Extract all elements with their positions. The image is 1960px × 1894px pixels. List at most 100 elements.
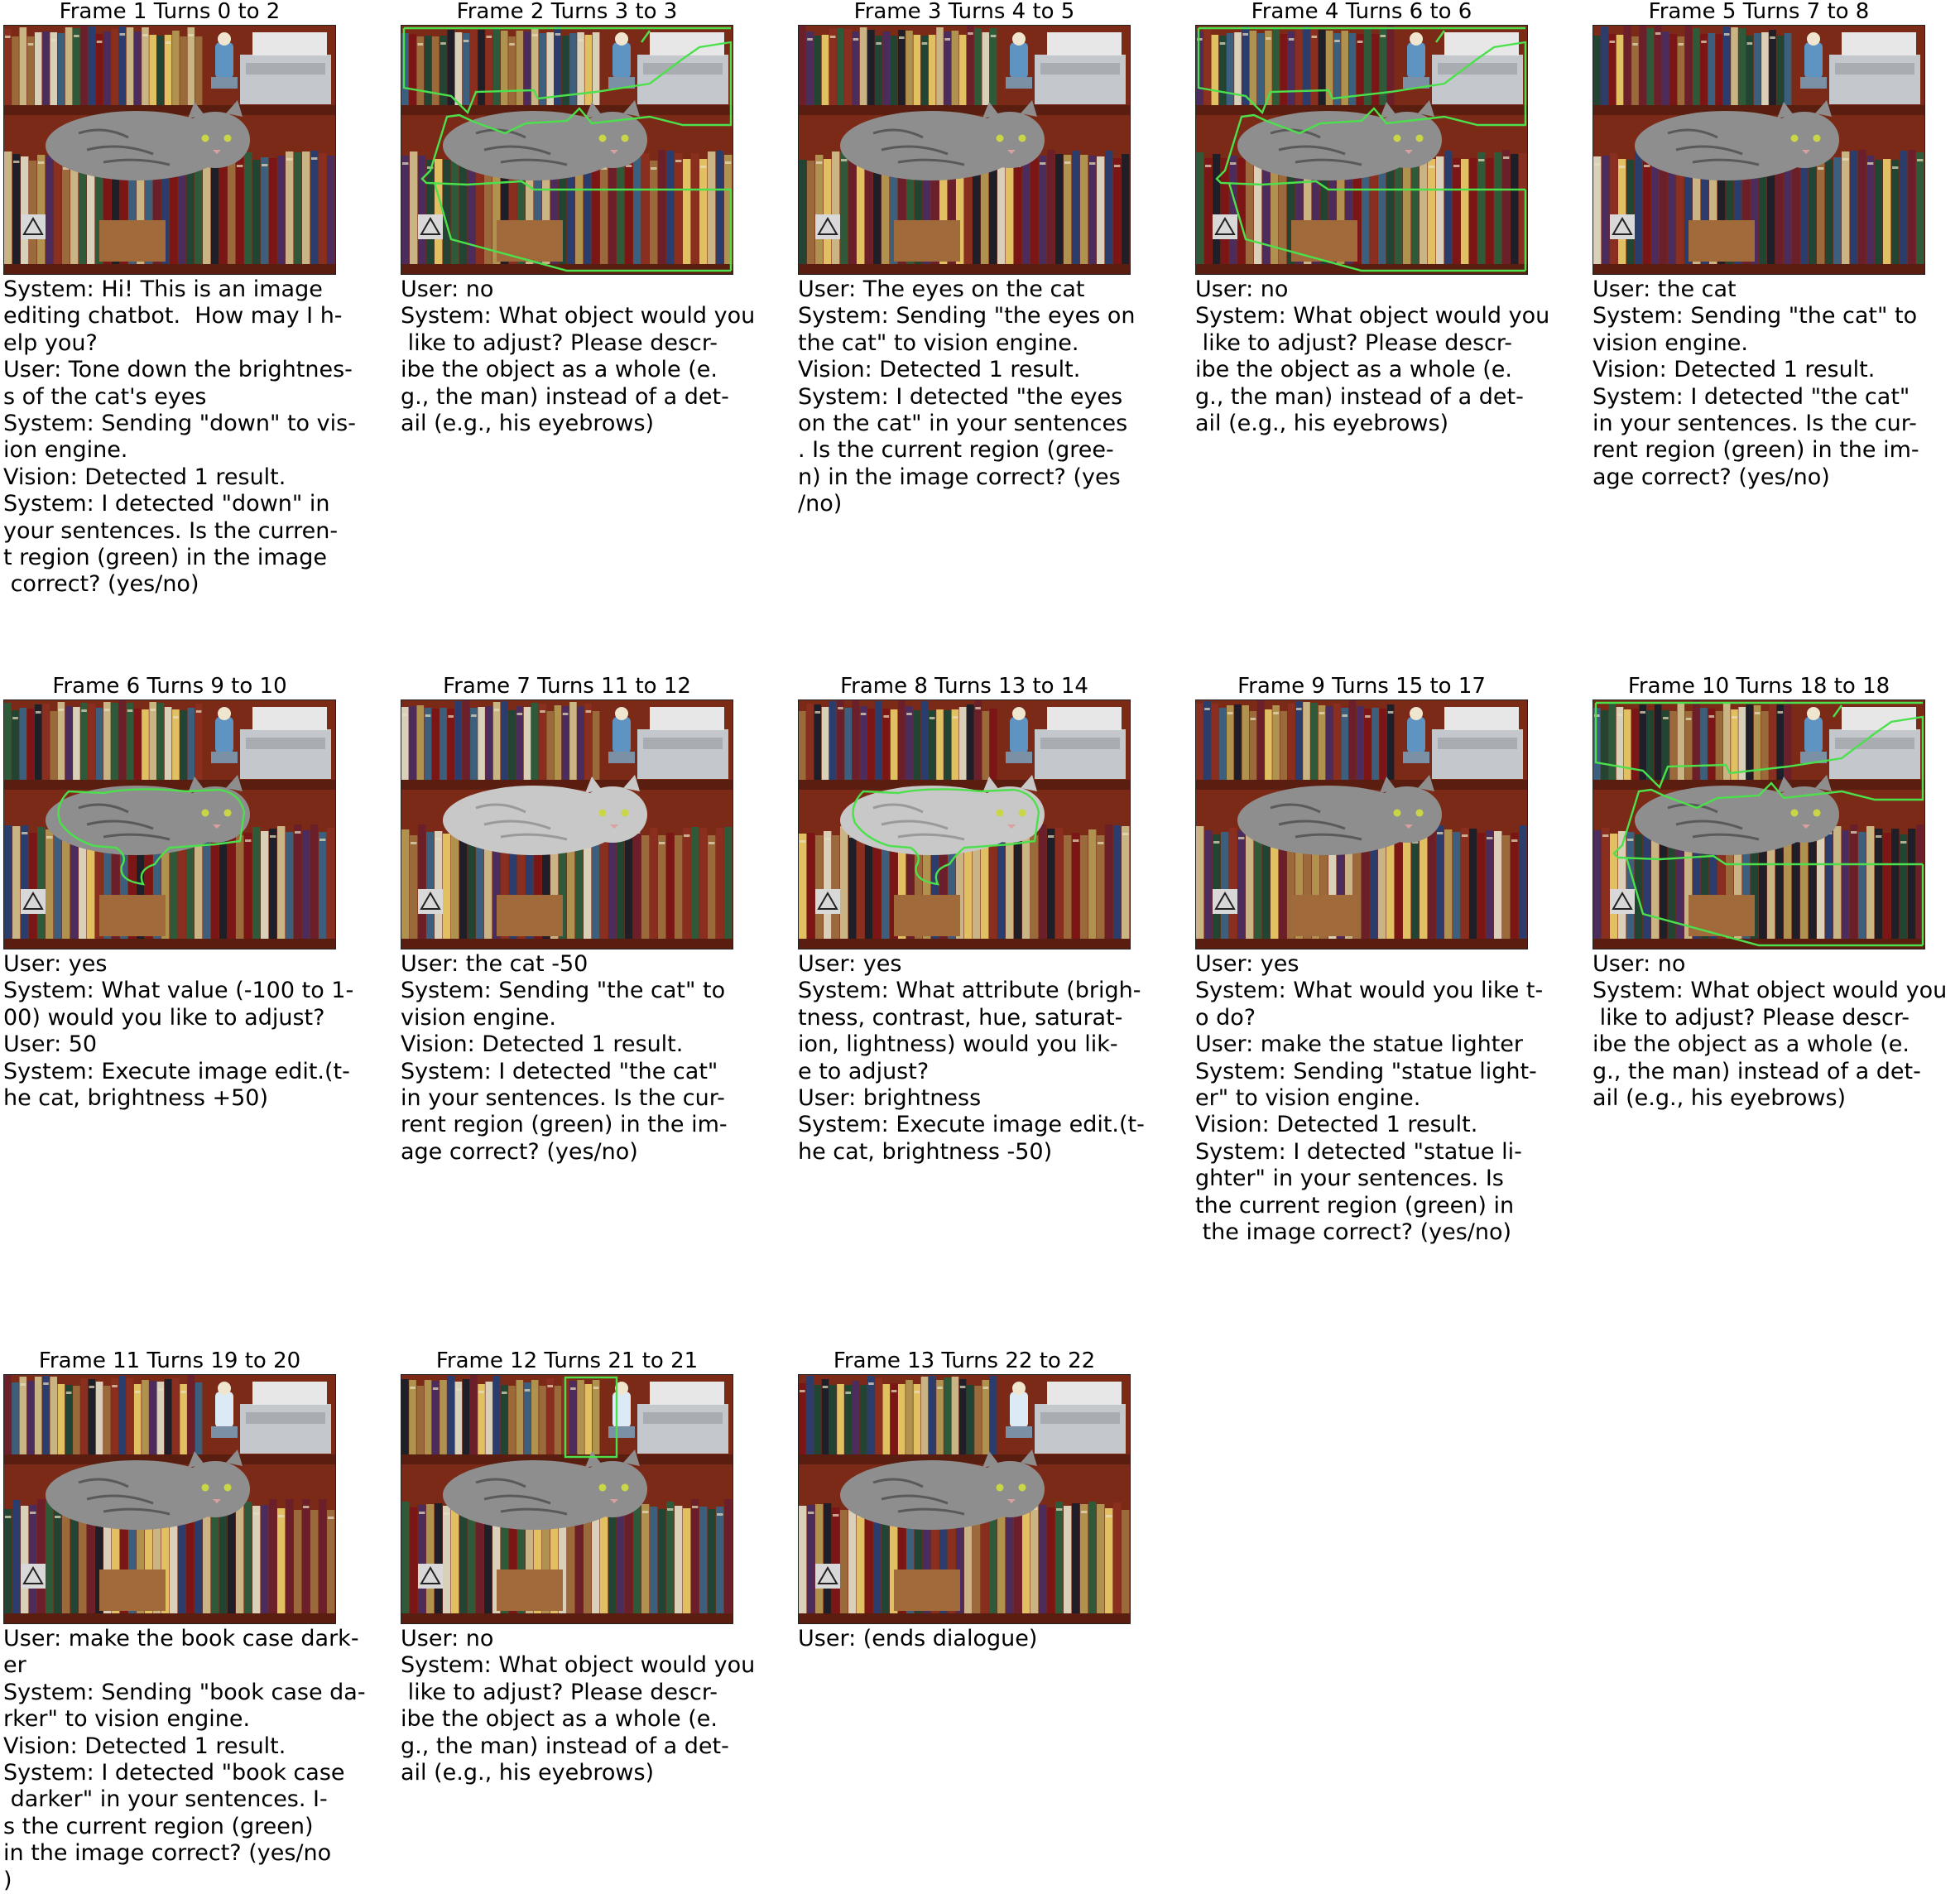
- cat-bookshelf-image: [401, 1374, 733, 1624]
- dialogue-line: Vision: Detected 1 result.: [798, 357, 1081, 383]
- frame-title: Frame 10 Turns 18 to 18: [1627, 674, 1890, 699]
- dialogue-line: User: (ends dialogue): [798, 1626, 1038, 1651]
- dialogue-line: User: yes: [3, 951, 108, 977]
- dialogue-line: in the image correct? (yes/no: [3, 1840, 332, 1867]
- dialogue-line: vision engine.: [401, 1004, 556, 1031]
- frame-title: Frame 8 Turns 13 to 14: [840, 674, 1088, 699]
- dialogue-line: the current region (green) in: [1195, 1192, 1515, 1219]
- frame-title: Frame 3 Turns 4 to 5: [853, 0, 1075, 24]
- dialogue-line: age correct? (yes/no): [1592, 464, 1830, 490]
- dialogue-line: like to adjust? Please descr-: [1592, 1004, 1910, 1031]
- frame-title: Frame 1 Turns 0 to 2: [59, 0, 281, 24]
- dialogue-line: ibe the object as a whole (e.: [401, 1706, 718, 1733]
- dialogue-line: in your sentences. Is the cur-: [1592, 411, 1917, 437]
- dialogue-line: ibe the object as a whole (e.: [401, 357, 718, 383]
- dialogue-line: your sentences. Is the curren-: [3, 517, 339, 544]
- dialogue-line: he cat, brightness +50): [3, 1085, 268, 1112]
- dialogue-line: ail (e.g., his eyebrows): [401, 411, 655, 437]
- dialogue-line: User: brightness: [798, 1085, 982, 1112]
- dialogue-line: ibe the object as a whole (e.: [1592, 1031, 1910, 1058]
- dialogue-text: User: no System: What object would you li…: [1195, 276, 1549, 437]
- cat-bookshelf-image: [401, 25, 733, 275]
- dialogue-line: System: Execute image edit.(t-: [798, 1112, 1145, 1138]
- dialogue-line: he cat, brightness -50): [798, 1138, 1053, 1165]
- dialogue-line: rker" to vision engine.: [3, 1706, 251, 1733]
- dialogue-line: User: no: [401, 1626, 494, 1651]
- dialogue-line: Vision: Detected 1 result.: [1195, 1112, 1478, 1138]
- frame-title: Frame 7 Turns 11 to 12: [443, 674, 691, 699]
- dialogue-line: Vision: Detected 1 result.: [3, 1733, 286, 1759]
- dialogue-line: e to adjust?: [798, 1058, 930, 1084]
- frame-title: Frame 6 Turns 9 to 10: [52, 674, 287, 699]
- dialogue-text: User: no System: What object would you li…: [1592, 951, 1947, 1112]
- dialogue-line: System: Sending "the cat" to: [401, 978, 726, 1004]
- dialogue-line: System: Execute image edit.(t-: [3, 1058, 350, 1084]
- dialogue-line: ail (e.g., his eyebrows): [1592, 1085, 1847, 1112]
- frame-title: Frame 11 Turns 19 to 20: [38, 1348, 301, 1373]
- dialogue-line: like to adjust? Please descr-: [1195, 329, 1512, 356]
- dialogue-line: System: Sending "the eyes on: [798, 303, 1136, 329]
- dialogue-line: User: yes: [1195, 951, 1299, 977]
- dialogue-line: User: the cat: [1592, 276, 1737, 302]
- dialogue-line: User: 50: [3, 1031, 98, 1058]
- cat-bookshelf-image: [798, 699, 1131, 949]
- dialogue-text: User: (ends dialogue): [798, 1626, 1037, 1652]
- dialogue-line: System: Hi! This is an image: [3, 276, 323, 302]
- dialogue-line: System: I detected "the cat": [1592, 383, 1910, 410]
- dialogue-line: User: no: [1592, 951, 1686, 977]
- dialogue-line: ): [3, 1867, 12, 1893]
- dialogue-line: User: yes: [798, 951, 902, 977]
- dialogue-line: g., the man) instead of a det-: [401, 383, 729, 410]
- dialogue-line: System: Sending "the cat" to: [1592, 303, 1918, 329]
- dialogue-text: User: no System: What object would you li…: [401, 276, 755, 437]
- dialogue-line: g., the man) instead of a det-: [401, 1733, 729, 1759]
- dialogue-line: User: The eyes on the cat: [798, 276, 1085, 302]
- dialogue-text: User: yes System: What would you like t-o…: [1195, 951, 1543, 1246]
- frame-title: Frame 4 Turns 6 to 6: [1251, 0, 1472, 24]
- dialogue-line: System: I detected "the eyes: [798, 383, 1123, 410]
- dialogue-text: User: yes System: What attribute (brigh-t…: [798, 951, 1145, 1166]
- dialogue-line: System: Sending "down" to vis-: [3, 411, 356, 437]
- cat-bookshelf-image: [401, 699, 733, 949]
- cat-bookshelf-image: [1592, 25, 1925, 275]
- dialogue-line: like to adjust? Please descr-: [401, 329, 718, 356]
- dialogue-line: . Is the current region (gree-: [798, 437, 1114, 464]
- dialogue-line: System: Sending "statue light-: [1195, 1058, 1537, 1084]
- dialogue-line: n) in the image correct? (yes: [798, 464, 1121, 490]
- dialogue-text: System: Hi! This is an image editing chat…: [3, 276, 356, 598]
- dialogue-line: ghter" in your sentences. Is: [1195, 1166, 1504, 1192]
- dialogue-line: User: no: [401, 276, 494, 302]
- cat-bookshelf-image: [3, 25, 336, 275]
- dialogue-line: s of the cat's eyes: [3, 383, 207, 410]
- dialogue-text: User: make the book case dark-er System: …: [3, 1626, 366, 1894]
- dialogue-line: on the cat" in your sentences: [798, 411, 1128, 437]
- dialogue-line: ail (e.g., his eyebrows): [401, 1760, 655, 1786]
- dialogue-line: t region (green) in the image: [3, 545, 327, 571]
- dialogue-line: tness, contrast, hue, saturat-: [798, 1004, 1123, 1031]
- frame-title: Frame 2 Turns 3 to 3: [456, 0, 678, 24]
- dialogue-line: vision engine.: [1592, 329, 1748, 356]
- dialogue-line: System: What object would you: [1592, 978, 1948, 1004]
- dialogue-line: the image correct? (yes/no): [1195, 1219, 1512, 1246]
- dialogue-line: editing chatbot. How may I h-: [3, 303, 343, 329]
- dialogue-line: ibe the object as a whole (e.: [1195, 357, 1512, 383]
- dialogue-line: System: I detected "the cat": [401, 1058, 718, 1084]
- dialogue-line: Vision: Detected 1 result.: [1592, 357, 1876, 383]
- cat-bookshelf-image: [798, 1374, 1131, 1624]
- dialogue-line: the cat" to vision engine.: [798, 329, 1079, 356]
- dialogue-line: in your sentences. Is the cur-: [401, 1085, 725, 1112]
- dialogue-line: ion, lightness) would you lik-: [798, 1031, 1118, 1058]
- dialogue-line: System: What would you like t-: [1195, 978, 1544, 1004]
- dialogue-line: age correct? (yes/no): [401, 1138, 638, 1165]
- dialogue-line: ion engine.: [3, 437, 128, 464]
- dialogue-text: User: The eyes on the cat System: Sending…: [798, 276, 1136, 518]
- dialogue-line: ail (e.g., his eyebrows): [1195, 411, 1449, 437]
- dialogue-line: elp you?: [3, 329, 98, 356]
- dialogue-line: System: Sending "book case da-: [3, 1679, 366, 1705]
- cat-bookshelf-image: [798, 25, 1131, 275]
- dialogue-line: s the current region (green): [3, 1813, 314, 1839]
- dialogue-line: User: make the book case dark-: [3, 1626, 359, 1651]
- dialogue-line: rent region (green) in the im-: [401, 1112, 728, 1138]
- dialogue-line: g., the man) instead of a det-: [1195, 383, 1524, 410]
- dialogue-text: User: the cat -50 System: Sending "the ca…: [401, 951, 728, 1166]
